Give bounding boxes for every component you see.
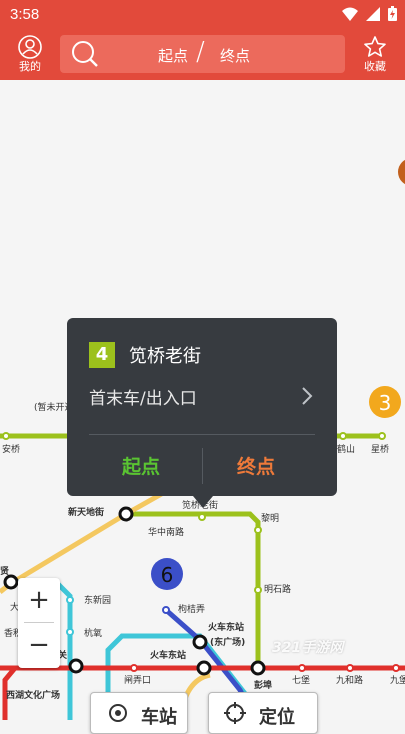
line-number-badge: 4 bbox=[89, 342, 115, 368]
station-interchange-pengbu[interactable] bbox=[250, 660, 266, 676]
station-liming[interactable] bbox=[254, 526, 262, 534]
station-dot[interactable] bbox=[298, 664, 306, 672]
station-list-label: 车站 bbox=[141, 707, 177, 728]
profile-button[interactable]: 我的 bbox=[6, 34, 54, 78]
line3-badge-label: 3 bbox=[379, 391, 392, 415]
station-label-anqiao: 安桥 bbox=[2, 443, 20, 455]
station-dot[interactable] bbox=[346, 664, 354, 672]
line6-badge-label: 6 bbox=[161, 563, 174, 587]
search-start-label[interactable]: 起点 bbox=[158, 45, 188, 66]
station-label-heshan: 鹤山 bbox=[337, 443, 355, 455]
station-hangyang[interactable] bbox=[66, 628, 74, 636]
station-label-huazhongnanlu: 华中南路 bbox=[148, 526, 184, 538]
search-end-label[interactable]: 终点 bbox=[220, 45, 250, 66]
station-label-xian: 贤 bbox=[0, 565, 9, 577]
station-label-goujinong: 枸桔弄 bbox=[178, 603, 205, 615]
station-jianqiaolaojie[interactable] bbox=[198, 513, 206, 521]
station-label-huochedongzhan: 火车东站 bbox=[150, 649, 186, 661]
station-interchange-guan[interactable] bbox=[68, 658, 84, 674]
station-label-xintiandijie: 新天地街 bbox=[68, 506, 104, 518]
status-time: 3:58 bbox=[10, 6, 40, 23]
set-end-button[interactable]: 终点 bbox=[237, 452, 275, 479]
station-label-hangyang: 杭氧 bbox=[84, 627, 102, 639]
popup-button-divider bbox=[202, 448, 203, 484]
popup-station-name: 笕桥老街 bbox=[129, 346, 201, 367]
star-icon bbox=[364, 36, 386, 57]
timetable-exits-link[interactable]: 首末车/出入口 bbox=[89, 384, 319, 414]
station-dot[interactable] bbox=[392, 664, 400, 672]
chevron-right-icon bbox=[302, 387, 313, 405]
station-label-xingqiao: 星桥 bbox=[371, 443, 389, 455]
station-label-jiuhelu: 九和路 bbox=[336, 674, 363, 686]
status-bar: 3:58 bbox=[0, 0, 405, 30]
station-label-pengbu: 彭埠 bbox=[254, 679, 272, 691]
station-dongxinyuan[interactable] bbox=[66, 596, 74, 604]
top-bar: 我的 起点 / 终点 收藏 bbox=[0, 30, 405, 80]
battery-icon bbox=[388, 6, 397, 21]
profile-label: 我的 bbox=[19, 60, 41, 73]
favorites-button[interactable]: 收藏 bbox=[351, 34, 399, 78]
map-edge-marker bbox=[398, 159, 405, 185]
station-dot[interactable] bbox=[339, 432, 347, 440]
station-dot[interactable] bbox=[2, 432, 10, 440]
station-label-mingshilu: 明石路 bbox=[264, 583, 291, 595]
station-label-zhanlongkou: 闸弄口 bbox=[124, 675, 151, 686]
timetable-exits-label: 首末车/出入口 bbox=[89, 389, 197, 409]
station-label-dongxinyuan: 东新园 bbox=[84, 594, 111, 606]
popup-divider bbox=[89, 434, 315, 435]
station-interchange-xintiandijie[interactable] bbox=[118, 506, 134, 522]
station-dot[interactable] bbox=[378, 432, 386, 440]
station-list-button[interactable]: 车站 bbox=[90, 692, 188, 734]
station-label-liming: 黎明 bbox=[261, 512, 279, 524]
station-interchange-xian[interactable] bbox=[3, 574, 19, 590]
route-search-bar[interactable]: 起点 / 终点 bbox=[60, 35, 345, 73]
station-icon bbox=[109, 704, 127, 722]
metro-map[interactable]: 3 6 (暂未开通) 安桥 鹤山 星桥 新天地街 华中南路 笕桥老街 黎明 明石… bbox=[0, 80, 405, 720]
popup-pointer bbox=[193, 496, 213, 508]
set-start-button[interactable]: 起点 bbox=[122, 452, 160, 479]
search-icon bbox=[72, 41, 98, 67]
zoom-control: + − bbox=[18, 578, 60, 668]
user-icon bbox=[18, 35, 42, 59]
station-goujinong[interactable] bbox=[162, 606, 170, 614]
locate-label: 定位 bbox=[259, 707, 295, 728]
watermark: 321手游网 bbox=[272, 640, 344, 656]
station-label-qibao: 七堡 bbox=[292, 674, 310, 686]
station-interchange-huochedongzhan[interactable] bbox=[196, 660, 212, 676]
station-label-huochedongzhan-east: 火车东站 bbox=[208, 621, 244, 633]
status-icons bbox=[342, 6, 397, 21]
line3-route bbox=[0, 489, 167, 594]
station-dot[interactable] bbox=[130, 664, 138, 672]
station-label-xihuwenhuaguangchang: 西湖文化广场 bbox=[6, 689, 60, 701]
zoom-in-button[interactable]: + bbox=[18, 578, 60, 622]
search-separator: / bbox=[196, 37, 205, 67]
crosshair-icon bbox=[224, 702, 246, 724]
station-label-jiubao: 九堡 bbox=[390, 674, 405, 686]
station-popup: 4 笕桥老街 首末车/出入口 起点 终点 bbox=[67, 318, 337, 508]
signal-icon bbox=[366, 6, 380, 21]
station-mingshilu[interactable] bbox=[254, 586, 262, 594]
zoom-out-button[interactable]: − bbox=[18, 623, 60, 667]
favorites-label: 收藏 bbox=[364, 60, 386, 73]
wifi-icon bbox=[342, 7, 358, 21]
locate-button[interactable]: 定位 bbox=[208, 692, 318, 734]
station-label-east-plaza: (东广场) bbox=[210, 636, 245, 648]
station-interchange-huochedongzhan-east[interactable] bbox=[192, 634, 208, 650]
